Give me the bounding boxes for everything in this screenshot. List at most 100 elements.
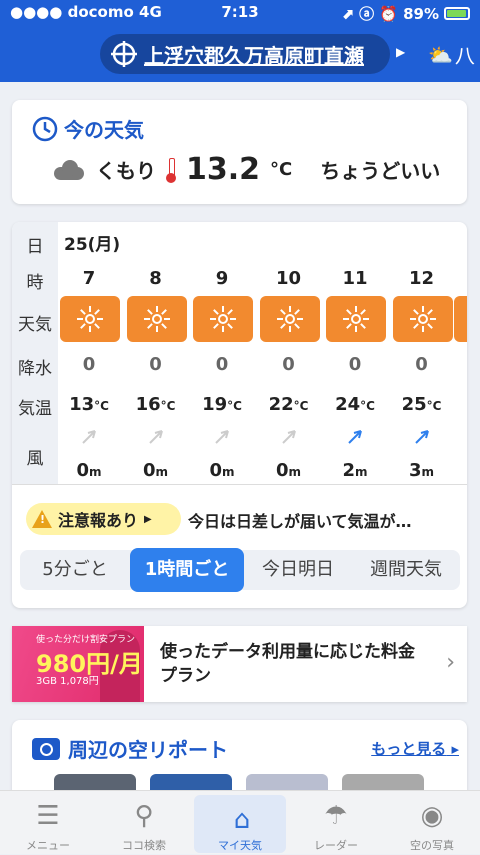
clock-icon	[32, 116, 58, 141]
label-weather: 天気	[18, 315, 52, 335]
forecast-date: 25(月)	[64, 235, 121, 255]
wind-direction-icon	[391, 427, 453, 451]
ad-sub: 3GB 1,078円	[36, 676, 99, 687]
alert-badge[interactable]: ! 注意報あり ▶	[26, 503, 181, 535]
sun-icon	[409, 306, 436, 332]
tab-weekly[interactable]: 週間天気	[352, 550, 460, 590]
location-selector[interactable]: 上浮穴郡久万高原町直瀬	[100, 34, 390, 74]
temp-value: 25°C	[391, 394, 453, 415]
sun-icon	[343, 306, 369, 332]
feel-text: ちょうどいい	[320, 159, 441, 183]
sky-title-text: 周辺の空リポート	[68, 738, 228, 762]
weather-cell	[392, 296, 453, 342]
wind-speed: 3m	[391, 460, 453, 481]
wind-number: 0	[209, 460, 222, 481]
battery-percent: 89%	[403, 4, 439, 23]
row-labels: 日 時 天気 降水 気温 風	[12, 222, 58, 484]
nav-label: マイ天気	[218, 839, 262, 852]
nav-label: レーダー	[314, 839, 358, 852]
wind-unit: m	[421, 465, 435, 479]
location-target-icon	[111, 41, 137, 67]
wind-direction-icon	[191, 427, 253, 451]
nav-label: メニュー	[26, 839, 70, 852]
alert-text[interactable]: 今日は日差しが届いて気温が…	[188, 508, 412, 532]
sun-icon	[77, 306, 103, 332]
wind-number: 0	[275, 460, 289, 481]
wind-unit: m	[288, 465, 302, 479]
tab-5min[interactable]: 5分ごと	[20, 550, 130, 590]
label-hour: 時	[26, 273, 44, 293]
cloud-icon	[52, 159, 86, 181]
wind-number: 0	[76, 460, 89, 481]
nav-search[interactable]: ⚲ ココ検索	[96, 791, 192, 855]
partly-cloudy-icon: ⛅	[428, 42, 453, 67]
more-link[interactable]: もっと見る ▸	[371, 738, 459, 759]
wind-speed: 0m	[191, 460, 253, 481]
label-precip: 降水	[18, 359, 52, 379]
sun-icon	[276, 306, 303, 332]
status-right: ⬈ ⓐ ⏰ 89%	[341, 3, 470, 24]
top-bar: ●●●● docomo 4G 7:13 ⬈ ⓐ ⏰ 89% 上浮穴郡久万高原町直…	[0, 0, 480, 82]
precip-value: 0	[348, 354, 362, 375]
wind-number: 3	[408, 460, 422, 481]
wind-number: 2	[342, 460, 355, 481]
menu-icon: ☰	[36, 801, 60, 831]
wind-unit: m	[355, 465, 368, 479]
wind-unit: m	[89, 465, 102, 479]
next-location[interactable]: ⛅ 八	[428, 40, 475, 69]
chevron-right-icon[interactable]: ▶	[396, 45, 405, 59]
nav-label: 空の写真	[410, 839, 454, 852]
wind-number: 0	[142, 460, 156, 481]
alert-badge-text: 注意報あり	[58, 511, 139, 530]
temp-unit: °C	[426, 399, 442, 413]
ad-banner[interactable]: 使った分だけ割安プラン 980円/月 3GB 1,078円 使ったデータ利用量に…	[12, 626, 467, 702]
condition-text: くもり	[96, 159, 156, 183]
hourly-forecast-card[interactable]: 日 時 天気 降水 気温 風 25(月) 7 0 13°C 0m 8 0 16°C 0m 9 0 1…	[12, 222, 467, 608]
chevron-right-icon: ▶	[144, 513, 152, 525]
nav-radar[interactable]: ☂ レーダー	[288, 791, 384, 855]
temp-number: 24	[335, 394, 361, 415]
current-weather-title: 今の天気	[32, 114, 144, 143]
nav-menu[interactable]: ☰ メニュー	[0, 791, 96, 855]
wind-speed: 0m	[125, 460, 187, 481]
precip-value: 0	[282, 354, 295, 375]
tab-today-tomorrow[interactable]: 今日明日	[246, 550, 350, 590]
temp-value: 16°C	[125, 394, 187, 415]
nav-sky-photo[interactable]: ◉ 空の写真	[384, 791, 480, 855]
label-wind: 風	[26, 449, 44, 469]
temp-unit: °C	[160, 399, 176, 413]
wind-direction-icon	[58, 427, 120, 451]
precip-value: 0	[149, 354, 162, 375]
camera-icon	[32, 737, 60, 760]
weather-cell	[326, 296, 386, 342]
wind-unit: m	[222, 465, 235, 479]
sun-icon	[143, 306, 170, 332]
wind-speed: 0m	[58, 460, 120, 481]
weather-cell	[259, 296, 320, 342]
temp-unit: °C	[94, 399, 109, 413]
temp-number: 25	[401, 394, 427, 415]
temp-unit: °C	[360, 399, 375, 413]
thermometer-icon	[166, 157, 176, 183]
current-weather-row: くもり 13.2 °C ちょうどいい	[52, 152, 440, 187]
hour: 7	[82, 268, 96, 289]
ad-image: 使った分だけ割安プラン 980円/月 3GB 1,078円	[12, 626, 144, 702]
wind-unit: m	[155, 465, 169, 479]
next-location-name: 八	[454, 44, 475, 68]
nav-my-weather[interactable]: ⌂ マイ天気	[194, 795, 286, 853]
wind-speed: 2m	[324, 460, 386, 481]
hour: 8	[149, 268, 162, 289]
warning-icon: !	[32, 510, 52, 528]
tab-hourly[interactable]: 1時間ごと	[130, 548, 244, 592]
temp-value: 13°C	[58, 394, 120, 415]
weather-cell	[193, 296, 253, 342]
status-bar: ●●●● docomo 4G 7:13 ⬈ ⓐ ⏰ 89%	[0, 0, 480, 26]
forecast-tabs: 5分ごと 1時間ごと 今日明日 週間天気	[20, 548, 460, 592]
precip-value: 0	[215, 354, 229, 375]
wind-direction-icon	[258, 427, 320, 451]
hour: 12	[408, 268, 435, 289]
wind-speed: 0m	[258, 460, 320, 481]
current-temp: 13.2	[186, 152, 261, 187]
chevron-right-icon: ›	[446, 650, 455, 675]
hour: 10	[275, 268, 302, 289]
